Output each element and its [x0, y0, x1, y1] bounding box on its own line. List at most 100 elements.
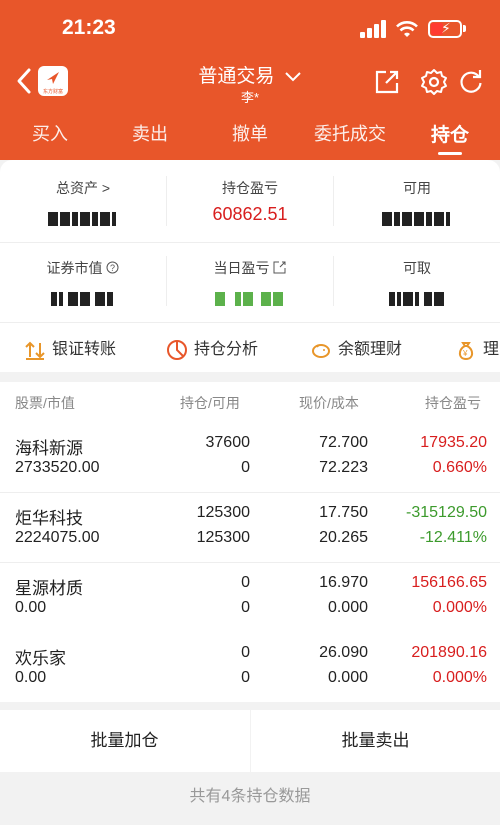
col-holding: 持仓/可用	[180, 395, 240, 411]
quick-tools: 银证转账 持仓分析 余额理财 ¥ 理	[0, 322, 500, 372]
batch-sell-button[interactable]: 批量卖出	[251, 710, 500, 772]
svg-text:?: ?	[110, 263, 115, 273]
current-price: 16.970	[319, 574, 368, 591]
daily-pnl[interactable]: 当日盈亏	[167, 258, 333, 306]
withdrawable-label: 可取	[403, 260, 431, 276]
page-title: 普通交易	[198, 66, 275, 87]
wifi-icon	[396, 21, 418, 37]
tool-balance-finance[interactable]: 余额理财	[310, 335, 402, 361]
navigation-bar: 东方财富 普通交易 李*	[0, 56, 500, 112]
active-tab-indicator	[438, 152, 462, 155]
signal-icon	[360, 20, 388, 38]
pnl-amount: 17935.20	[420, 434, 487, 451]
refresh-icon[interactable]	[457, 68, 485, 96]
current-price: 26.090	[319, 644, 368, 661]
pnl-percent: 0.000%	[432, 599, 487, 616]
tool-transfer[interactable]: 银证转账	[24, 335, 116, 361]
tool-analysis-label: 持仓分析	[194, 341, 259, 358]
tool-finance-label: 理	[483, 341, 500, 358]
available-qty: 0	[241, 599, 250, 616]
tool-finance[interactable]: ¥ 理	[455, 335, 499, 361]
position-pnl-value: 60862.51	[212, 204, 288, 224]
holding-qty: 125300	[196, 504, 250, 521]
pnl-percent: -12.411%	[419, 529, 487, 546]
share-icon[interactable]	[373, 68, 401, 96]
cost-price: 20.265	[319, 529, 368, 546]
pnl-amount: -315129.50	[406, 504, 487, 521]
stock-name: 星源材质	[15, 579, 83, 598]
col-price: 现价/成本	[299, 395, 359, 411]
available-qty: 0	[241, 669, 250, 686]
withdrawable-value-masked	[334, 284, 500, 306]
tab-buy[interactable]: 买入	[0, 120, 100, 146]
col-pnl: 持仓盈亏	[425, 395, 481, 411]
tab-sell[interactable]: 卖出	[100, 120, 200, 146]
positions-count: 共有4条持仓数据	[189, 788, 311, 805]
position-pnl: 持仓盈亏 60862.51	[167, 178, 333, 226]
current-price: 72.700	[319, 434, 368, 451]
available-label: 可用	[403, 180, 431, 196]
divider	[0, 242, 500, 243]
available-qty: 0	[241, 459, 250, 476]
available-value-masked	[334, 204, 500, 226]
pnl-amount: 156166.65	[411, 574, 487, 591]
market-value-masked	[0, 284, 166, 306]
cost-price: 0.000	[327, 669, 368, 686]
cost-price: 0.000	[327, 599, 368, 616]
stock-value: 0.00	[15, 669, 47, 686]
external-link-icon	[273, 261, 286, 274]
stock-name: 欢乐家	[15, 649, 66, 668]
total-assets[interactable]: 总资产 >	[0, 178, 166, 226]
daily-pnl-value-masked	[167, 284, 333, 306]
battery-tip	[463, 25, 466, 32]
stock-name: 海科新源	[15, 439, 83, 458]
batch-add-button[interactable]: 批量加仓	[0, 710, 249, 772]
available-qty: 125300	[196, 529, 250, 546]
tab-orders[interactable]: 委托成交	[300, 120, 400, 146]
battery-icon: ⚡	[428, 20, 462, 38]
money-bag-icon: ¥	[458, 341, 474, 360]
divider	[166, 176, 167, 226]
svg-text:¥: ¥	[462, 349, 468, 358]
daily-pnl-label: 当日盈亏	[213, 260, 270, 276]
pnl-amount: 201890.16	[411, 644, 487, 661]
help-icon[interactable]: ?	[106, 261, 119, 274]
table-row[interactable]: 星源材质 0.00 0 0 16.970 0.000 156166.65 0.0…	[0, 562, 500, 632]
divider	[333, 176, 334, 226]
pnl-percent: 0.660%	[432, 459, 487, 476]
positions-table: 股票/市值 持仓/可用 现价/成本 持仓盈亏 海科新源 2733520.00 3…	[0, 382, 500, 702]
table-row[interactable]: 海科新源 2733520.00 37600 0 72.700 72.223 17…	[0, 422, 500, 492]
withdrawable: 可取	[334, 258, 500, 306]
available-funds: 可用	[334, 178, 500, 226]
batch-actions: 批量加仓 批量卖出	[0, 710, 500, 772]
current-price: 17.750	[319, 504, 368, 521]
divider	[333, 256, 334, 306]
table-header: 股票/市值 持仓/可用 现价/成本 持仓盈亏	[0, 382, 500, 420]
transfer-icon	[25, 341, 45, 360]
table-row[interactable]: 欢乐家 0.00 0 0 26.090 0.000 201890.16 0.00…	[0, 632, 500, 702]
tool-transfer-label: 银证转账	[52, 341, 117, 358]
stock-value: 0.00	[15, 599, 47, 616]
tab-cancel[interactable]: 撤单	[200, 120, 300, 146]
status-bar: 21:23 ⚡	[0, 0, 500, 56]
pie-chart-icon	[167, 339, 187, 360]
status-time: 21:23	[62, 16, 116, 39]
gear-icon[interactable]	[420, 68, 448, 96]
tab-positions[interactable]: 持仓	[400, 120, 500, 147]
total-assets-value-masked	[0, 204, 166, 226]
market-value-label: 证券市值	[46, 260, 103, 276]
holding-qty: 37600	[205, 434, 251, 451]
tool-analysis[interactable]: 持仓分析	[166, 335, 258, 361]
stock-name: 炬华科技	[15, 509, 83, 528]
col-stock: 股票/市值	[15, 395, 75, 411]
holding-qty: 0	[241, 644, 250, 661]
tool-balance-finance-label: 余额理财	[338, 341, 403, 358]
divider	[166, 256, 167, 306]
pnl-percent: 0.000%	[432, 669, 487, 686]
piggy-bank-icon	[312, 343, 330, 358]
table-row[interactable]: 炬华科技 2224075.00 125300 125300 17.750 20.…	[0, 492, 500, 562]
holding-qty: 0	[241, 574, 250, 591]
total-assets-label: 总资产 >	[55, 180, 111, 196]
position-pnl-label: 持仓盈亏	[222, 180, 278, 196]
stock-value: 2224075.00	[15, 529, 100, 546]
